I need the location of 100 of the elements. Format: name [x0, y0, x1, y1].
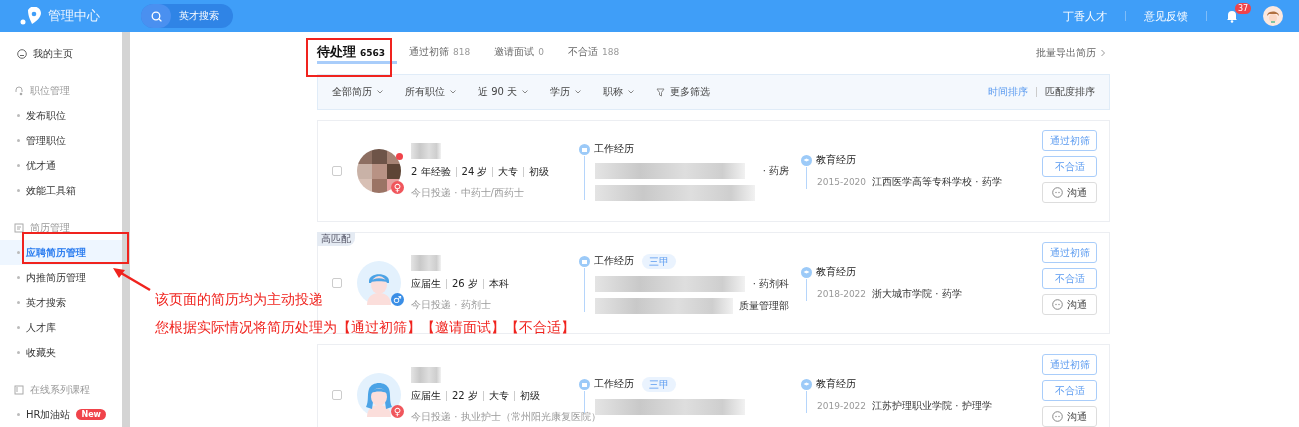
sidebar-item[interactable]: 人才库 [0, 315, 122, 340]
annotation-arrow [113, 268, 151, 292]
section-title: 工作经历 [594, 254, 634, 268]
section-title: 工作经历 [594, 142, 634, 156]
sidebar-item[interactable]: HR加油站 New [0, 402, 122, 427]
search-icon [150, 10, 162, 22]
home-icon [17, 48, 27, 59]
filter-dropdown[interactable]: 近 90 天 [478, 85, 529, 99]
caret-icon [450, 90, 456, 94]
education-years: 2019-2022 [817, 401, 867, 411]
candidate-fact: 本科 [488, 276, 509, 291]
app-title: 管理中心 [48, 7, 101, 25]
caret-icon [628, 90, 635, 94]
filter-dropdown[interactable]: 职称 [603, 85, 635, 99]
caret-icon [575, 90, 582, 94]
application-info: 今日投递 · 中药士/西药士 [411, 185, 524, 200]
status-tab[interactable]: 不合适 188 [568, 44, 632, 62]
gender-badge: ♀ [391, 405, 404, 418]
hospital-tag: 三甲 [642, 376, 676, 392]
chat-icon [1052, 411, 1063, 422]
candidate-fact: 24 岁 [461, 164, 488, 179]
filter-dropdown[interactable]: 学历 [550, 85, 582, 99]
briefcase-icon [579, 378, 590, 390]
export-link[interactable]: 批量导出简历 [1036, 46, 1110, 60]
blurred-name [411, 254, 441, 271]
blurred-name [411, 366, 441, 383]
application-info: 今日投递 · 药剂士 [411, 297, 491, 312]
checkbox[interactable] [332, 166, 342, 176]
notification-count: 37 [1235, 3, 1252, 14]
school-text: 江苏护理职业学院 · 护理学 [872, 399, 992, 413]
document-icon [14, 222, 24, 233]
briefcase-icon [579, 255, 590, 267]
filter-dropdown[interactable]: 所有职位 [405, 85, 456, 99]
section-title: 教育经历 [816, 265, 856, 279]
candidate-fact: 大专 [488, 388, 509, 403]
chat-icon [1052, 187, 1063, 198]
sidebar-item[interactable]: 我的主页 [0, 41, 122, 66]
school-text: 江西医学高等专科学校 · 药学 [872, 175, 1002, 189]
candidate-fact: 26 岁 [452, 276, 478, 291]
checkbox[interactable] [332, 390, 342, 400]
filter-dropdown[interactable]: 更多筛选 [656, 85, 711, 99]
chat-button[interactable]: 沟通 [1042, 406, 1097, 427]
status-tab[interactable]: 待处理 6563 [317, 42, 398, 64]
annotation-text: 该页面的简历均为主动投递 [155, 291, 323, 309]
gender-badge: ♂ [391, 293, 404, 306]
graduation-cap-icon [801, 154, 812, 166]
headset-icon [14, 85, 24, 96]
chat-button[interactable]: 沟通 [1042, 294, 1097, 315]
sidebar-item[interactable]: 发布职位 [0, 103, 122, 128]
status-tab[interactable]: 通过初筛 818 [409, 44, 483, 62]
annotation-text: 您根据实际情况将简历处理为【通过初筛】【邀请面试】【不合适】 [155, 319, 575, 337]
user-avatar-icon[interactable] [1263, 6, 1283, 26]
department-text: 质量管理部 [739, 298, 789, 313]
department-text: · 药房 [762, 164, 789, 178]
checkbox[interactable] [332, 278, 342, 288]
logo-icon [20, 7, 42, 25]
search-button[interactable]: 英才搜索 [141, 4, 233, 28]
caret-icon [377, 90, 383, 94]
candidate-fact: 应届生 [411, 388, 441, 403]
candidate-fact: 应届生 [411, 276, 441, 291]
filter-icon [656, 87, 666, 97]
hospital-tag: 三甲 [642, 253, 676, 269]
application-info: 今日投递 · 执业护士（常州阳光康复医院） [411, 409, 601, 424]
chevron-right-icon [1100, 49, 1106, 57]
book-icon [14, 384, 24, 395]
sidebar-item[interactable]: 应聘简历管理 [0, 240, 122, 265]
match-tag: 高匹配 [317, 232, 355, 246]
gender-badge: ♀ [391, 181, 404, 194]
sidebar-item[interactable]: 管理职位 [0, 128, 122, 153]
sort-option[interactable]: 匹配度排序 [1045, 85, 1095, 99]
section-title: 教育经历 [816, 377, 856, 391]
department-text: · 药剂科 [752, 276, 789, 291]
status-tab[interactable]: 邀请面试 0 [494, 44, 556, 62]
briefcase-icon [579, 143, 590, 155]
scrollbar[interactable] [122, 32, 130, 427]
education-years: 2015-2020 [817, 177, 867, 187]
sidebar-item[interactable]: 效能工具箱 [0, 178, 122, 203]
candidate-fact: 大专 [498, 164, 519, 179]
chat-icon [1052, 299, 1063, 310]
candidate-fact: 初级 [529, 164, 550, 179]
sidebar-item[interactable]: 内推简历管理 [0, 265, 122, 290]
person-avatar-icon [357, 261, 401, 305]
caret-icon [522, 90, 529, 94]
section-title: 工作经历 [594, 377, 634, 391]
candidate-fact: 22 岁 [452, 388, 478, 403]
school-text: 浙大城市学院 · 药学 [872, 287, 962, 301]
graduation-cap-icon [801, 378, 812, 390]
section-title: 教育经历 [816, 153, 856, 167]
new-badge: New [76, 409, 106, 420]
person-avatar-icon [357, 373, 401, 417]
sidebar-item[interactable]: 优才通 [0, 153, 122, 178]
sidebar-item[interactable]: 收藏夹 [0, 340, 122, 365]
blurred-name [411, 142, 441, 159]
sidebar-item[interactable]: 英才搜索 [0, 290, 122, 315]
graduation-cap-icon [801, 266, 812, 278]
education-years: 2018-2022 [817, 289, 867, 299]
bell-icon[interactable] [1225, 9, 1239, 23]
candidate-fact: 初级 [519, 388, 540, 403]
chat-button[interactable]: 沟通 [1042, 182, 1097, 203]
filter-dropdown[interactable]: 全部简历 [332, 85, 383, 99]
